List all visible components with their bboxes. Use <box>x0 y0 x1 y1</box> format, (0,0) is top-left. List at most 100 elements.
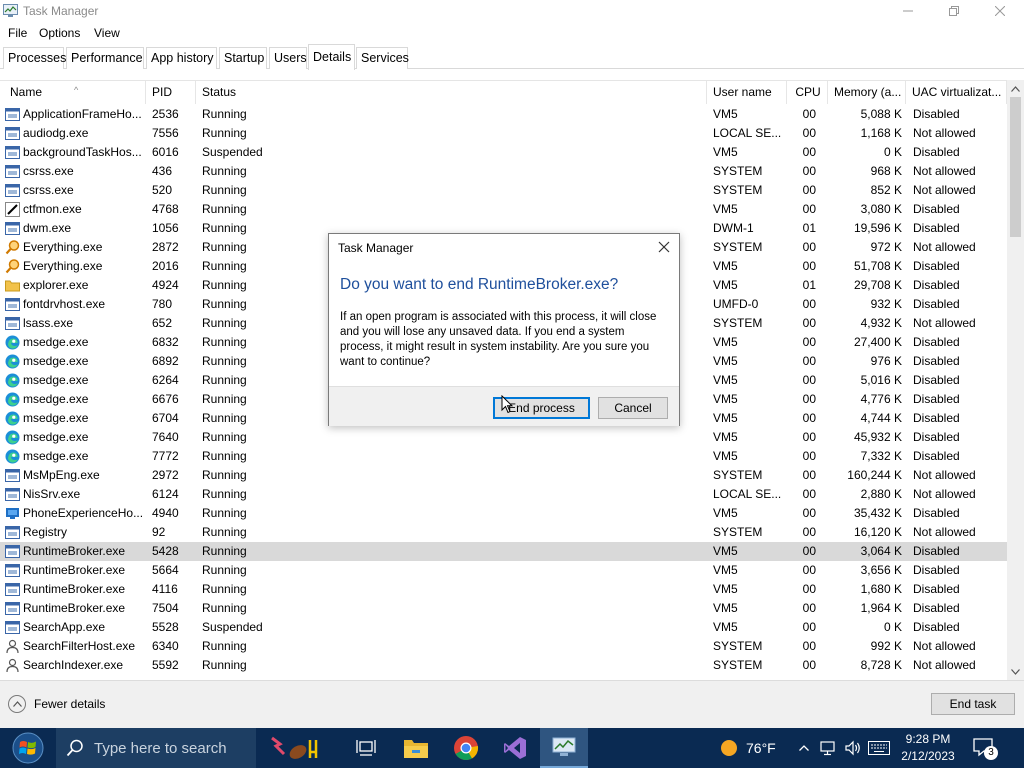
tab-performance[interactable]: Performance <box>66 47 144 69</box>
cell-name: dwm.exe <box>23 221 72 235</box>
cell-user: VM5 <box>713 354 738 368</box>
cell-cpu: 00 <box>802 601 816 615</box>
cell-name: msedge.exe <box>23 335 89 349</box>
task-manager-taskbar-icon[interactable] <box>540 728 588 768</box>
column-cpu[interactable]: CPU <box>789 81 828 104</box>
cell-status: Running <box>202 183 247 197</box>
column-memory[interactable]: Memory (a... <box>830 81 906 104</box>
tab-details[interactable]: Details <box>308 44 355 70</box>
scroll-down-button[interactable] <box>1007 663 1024 680</box>
cell-user: LOCAL SE... <box>713 126 782 140</box>
menu-view[interactable]: View <box>94 26 120 40</box>
cell-user: VM5 <box>713 107 738 121</box>
task-view-icon[interactable] <box>342 728 390 768</box>
show-hidden-icons-button[interactable] <box>796 728 812 768</box>
fewer-details-button[interactable]: Fewer details <box>8 695 105 713</box>
chrome-icon[interactable] <box>442 728 490 768</box>
cell-mem: 932 K <box>870 297 902 311</box>
table-row[interactable]: Registry 92 Running SYSTEM 00 16,120 K Not all… <box>0 523 1007 542</box>
chevron-down-icon <box>1011 668 1020 675</box>
vertical-scrollbar[interactable] <box>1007 80 1024 680</box>
weather-widget[interactable]: 76°F <box>720 728 776 768</box>
keyboard-icon[interactable] <box>866 728 892 768</box>
column-pid[interactable]: PID <box>148 81 196 104</box>
table-row[interactable]: ApplicationFrameHo... 2536 Running VM5 00 5,0… <box>0 105 1007 124</box>
column-user-name[interactable]: User name <box>709 81 787 104</box>
menu-bar: File Options View <box>0 22 1024 43</box>
network-icon[interactable] <box>818 728 840 768</box>
cell-status: Running <box>202 563 247 577</box>
app-window-icon <box>5 126 20 141</box>
cell-mem: 5,016 K <box>860 373 902 387</box>
table-row[interactable]: ctfmon.exe 4768 Running VM5 00 3,080 K Disable… <box>0 200 1007 219</box>
cell-uac: Not allowed <box>913 639 976 653</box>
folder-icon <box>5 278 20 293</box>
close-button[interactable] <box>977 0 1023 22</box>
menu-options[interactable]: Options <box>39 26 80 40</box>
cell-pid: 5592 <box>152 658 179 672</box>
cancel-button[interactable]: Cancel <box>598 397 668 419</box>
table-row[interactable]: audiodg.exe 7556 Running LOCAL SE... 00 1,168… <box>0 124 1007 143</box>
restore-button[interactable] <box>931 0 977 22</box>
tab-app-history[interactable]: App history <box>146 47 217 69</box>
cell-uac: Disabled <box>913 563 960 577</box>
table-row[interactable]: csrss.exe 520 Running SYSTEM 00 852 K Not allo… <box>0 181 1007 200</box>
cell-user: VM5 <box>713 145 738 159</box>
menu-file[interactable]: File <box>8 26 27 40</box>
table-row[interactable]: csrss.exe 436 Running SYSTEM 00 968 K Not allo… <box>0 162 1007 181</box>
table-row[interactable]: backgroundTaskHos... 6016 Suspended VM5 00 0 … <box>0 143 1007 162</box>
cell-name: Everything.exe <box>23 259 103 273</box>
cell-user: VM5 <box>713 411 738 425</box>
tab-processes[interactable]: Processes <box>3 47 66 69</box>
table-row[interactable]: msedge.exe 7640 Running VM5 00 45,932 K Disabl… <box>0 428 1007 447</box>
column-uac[interactable]: UAC virtualizat... <box>908 81 1007 104</box>
minimize-button[interactable] <box>885 0 931 22</box>
cell-uac: Disabled <box>913 335 960 349</box>
app-window-icon <box>5 164 20 179</box>
column-status[interactable]: Status <box>198 81 707 104</box>
start-button[interactable] <box>0 728 56 768</box>
cell-name: audiodg.exe <box>23 126 89 140</box>
edge-icon <box>5 354 20 369</box>
table-row[interactable]: RuntimeBroker.exe 5664 Running VM5 00 3,656 K… <box>0 561 1007 580</box>
cell-mem: 968 K <box>870 164 902 178</box>
table-row[interactable]: SearchApp.exe 5528 Suspended VM5 00 0 K Disabl… <box>0 618 1007 637</box>
app-window-icon <box>5 525 20 540</box>
sun-icon <box>721 740 737 756</box>
cell-pid: 2972 <box>152 468 179 482</box>
cell-user: SYSTEM <box>713 525 763 539</box>
cell-mem: 45,932 K <box>853 430 902 444</box>
table-row[interactable]: NisSrv.exe 6124 Running LOCAL SE... 00 2,880 … <box>0 485 1007 504</box>
table-row[interactable]: MsMpEng.exe 2972 Running SYSTEM 00 160,244 K N… <box>0 466 1007 485</box>
dialog-close-icon[interactable] <box>657 240 671 254</box>
cell-pid: 7772 <box>152 449 179 463</box>
cell-cpu: 00 <box>802 506 816 520</box>
cell-user: VM5 <box>713 582 738 596</box>
table-row[interactable]: RuntimeBroker.exe 5428 Running VM5 00 3,064 K… <box>0 542 1007 561</box>
table-row[interactable]: SearchFilterHost.exe 6340 Running SYSTEM 00 9… <box>0 637 1007 656</box>
search-highlight-icon[interactable] <box>262 728 326 768</box>
column-name[interactable]: Name ^ <box>6 81 146 104</box>
app-window-icon <box>5 468 20 483</box>
scroll-thumb[interactable] <box>1010 97 1021 237</box>
table-row[interactable]: msedge.exe 7772 Running VM5 00 7,332 K Disable… <box>0 447 1007 466</box>
cell-uac: Not allowed <box>913 525 976 539</box>
clock[interactable]: 9:28 PM 2/12/2023 <box>893 731 963 765</box>
tab-users[interactable]: Users <box>269 47 307 69</box>
table-row[interactable]: RuntimeBroker.exe 4116 Running VM5 00 1,680 K… <box>0 580 1007 599</box>
cell-uac: Disabled <box>913 601 960 615</box>
taskbar-search[interactable]: Type here to search <box>56 728 256 768</box>
table-row[interactable]: SearchIndexer.exe 5592 Running SYSTEM 00 8,72… <box>0 656 1007 675</box>
table-row[interactable]: PhoneExperienceHo... 4940 Running VM5 00 35,4… <box>0 504 1007 523</box>
volume-icon[interactable] <box>842 728 864 768</box>
notification-center-button[interactable]: 3 <box>970 734 998 762</box>
cell-uac: Disabled <box>913 107 960 121</box>
end-task-button[interactable]: End task <box>931 693 1015 715</box>
file-explorer-icon[interactable] <box>392 728 440 768</box>
tab-services[interactable]: Services <box>356 47 409 69</box>
scroll-up-button[interactable] <box>1007 80 1024 97</box>
table-row[interactable]: RuntimeBroker.exe 7504 Running VM5 00 1,964 K… <box>0 599 1007 618</box>
app-window-icon <box>5 487 20 502</box>
visual-studio-icon[interactable] <box>491 728 539 768</box>
tab-startup[interactable]: Startup <box>219 47 267 69</box>
